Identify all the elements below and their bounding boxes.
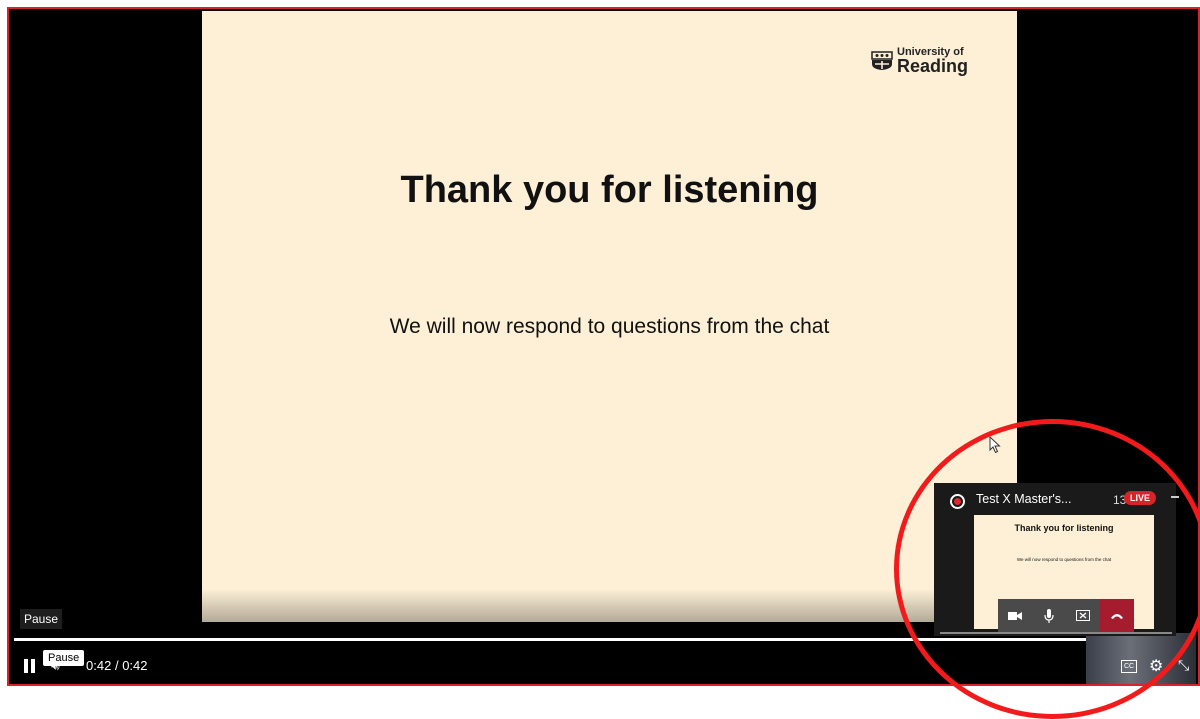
slide-subtitle: We will now respond to questions from th…	[389, 315, 830, 338]
presentation-slide: University of Reading Thank you for list…	[202, 11, 1017, 622]
crest-icon	[871, 51, 893, 70]
time-display: 0:42 / 0:42	[86, 658, 148, 673]
slide-title: Thank you for listening	[400, 169, 819, 211]
pause-button-tooltip: Pause	[43, 650, 85, 666]
exit-fullscreen-icon[interactable]: ⤡	[1178, 657, 1189, 674]
pause-button[interactable]	[24, 659, 36, 673]
pause-icon	[24, 659, 28, 673]
annotation-circle	[894, 419, 1200, 719]
university-logo: University of Reading	[871, 47, 968, 75]
pause-tooltip: Pause	[20, 609, 63, 629]
time-total: 0:42	[122, 658, 148, 673]
time-current: 0:42	[86, 658, 112, 673]
logo-line-2: Reading	[897, 56, 969, 76]
time-separator: /	[114, 658, 119, 673]
